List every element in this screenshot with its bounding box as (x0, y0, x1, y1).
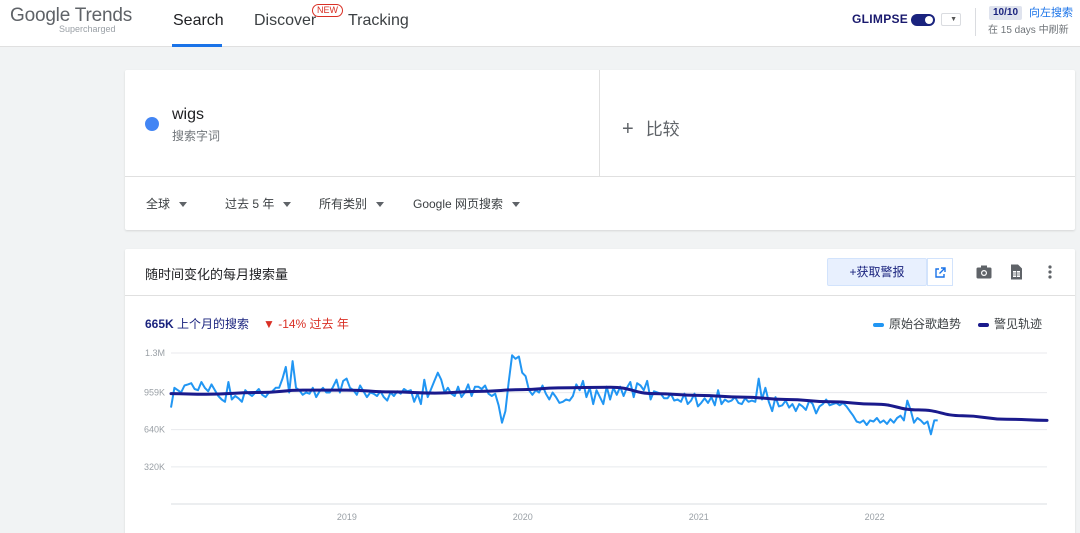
stat-value: 665K (145, 317, 174, 331)
legend-label: 警见轨迹 (994, 317, 1043, 331)
external-link-icon (935, 267, 946, 278)
chevron-down-icon (283, 202, 292, 208)
chevron-down-icon (179, 202, 188, 208)
legend-swatch (873, 322, 884, 327)
top-bar: Google Trends Supercharged Search Discov… (0, 0, 1080, 47)
chart-header: 随时间变化的每月搜索量 +获取警报 (125, 249, 1075, 296)
tab-search[interactable]: Search (173, 11, 224, 31)
x-tick-label: 2021 (689, 512, 709, 522)
y-tick-label: 959K (144, 388, 165, 398)
x-tick-label: 2019 (337, 512, 357, 522)
filter-search-type[interactable]: Google 网页搜索 (413, 195, 521, 212)
filter-category-label: 所有类别 (319, 197, 368, 211)
search-term-box[interactable]: wigs 搜索字词 (125, 70, 600, 176)
filter-region-label: 全球 (146, 197, 171, 211)
tab-tracking[interactable]: Tracking (348, 11, 409, 31)
legend-item-raw: 原始谷歌趋势 (873, 315, 961, 332)
filter-search-type-label: Google 网页搜索 (413, 197, 504, 211)
glimpse-toggle[interactable] (911, 14, 935, 26)
search-card: wigs 搜索字词 + 比较 全球 过去 5 年 所有类别 Google 网页搜索 (125, 70, 1075, 230)
yearly-change: ▼ -14% 过去 年 (263, 317, 349, 331)
y-tick-label: 1.3M (145, 348, 165, 358)
camera-icon[interactable] (975, 263, 993, 281)
y-tick-label: 320K (144, 462, 165, 472)
chart-card: 随时间变化的每月搜索量 +获取警报 665K 上个月的搜索 ▼ -14% 过去 … (125, 249, 1075, 533)
search-term-type: 搜索字词 (172, 129, 221, 143)
series-raw-trends-line (170, 354, 938, 436)
filter-category[interactable]: 所有类别 (319, 195, 385, 212)
legend-item-trend: 警见轨迹 (978, 315, 1042, 332)
active-tab-indicator (172, 44, 222, 47)
divider (975, 8, 976, 36)
new-badge: NEW (312, 4, 343, 17)
filter-region[interactable]: 全球 (146, 195, 188, 212)
logo-subtitle: Supercharged (59, 24, 116, 34)
more-vertical-icon[interactable] (1041, 263, 1059, 281)
external-link-button[interactable] (927, 258, 953, 286)
term-color-dot (145, 117, 159, 131)
search-term[interactable]: wigs (172, 106, 204, 124)
filter-time-label: 过去 5 年 (225, 197, 275, 211)
last-month-stat: 665K 上个月的搜索 (145, 315, 249, 332)
filter-time[interactable]: 过去 5 年 (225, 195, 292, 212)
tab-discover[interactable]: Discover (254, 11, 316, 31)
x-tick-label: 2020 (513, 512, 533, 522)
plus-icon: + (622, 118, 634, 140)
x-tick-label: 2022 (865, 512, 885, 522)
line-chart: 1.3M 959K 640K 320K 2019 2020 2021 2022 (144, 348, 1049, 522)
search-left-link[interactable]: 向左搜索 (1029, 6, 1073, 20)
y-tick-label: 640K (144, 425, 165, 435)
csv-icon[interactable] (1007, 263, 1025, 281)
quota-badge: 10/10 (989, 6, 1023, 20)
compare-button[interactable]: + 比较 (622, 115, 680, 141)
compare-label: 比较 (645, 120, 680, 139)
glimpse-logo: GLIMPSE (852, 12, 909, 26)
glimpse-dropdown[interactable]: ▼ (941, 13, 961, 26)
legend-swatch (978, 322, 989, 327)
chart-title: 随时间变化的每月搜索量 (145, 267, 289, 282)
filter-row: 全球 过去 5 年 所有类别 Google 网页搜索 (125, 176, 1075, 230)
chevron-down-icon (512, 202, 521, 208)
refresh-text: 在 15 days 中刷新 (988, 25, 1069, 36)
chevron-down-icon (376, 202, 385, 208)
get-alert-button[interactable]: +获取警报 (827, 258, 927, 286)
legend-label: 原始谷歌趋势 (889, 317, 962, 331)
stat-label: 上个月的搜索 (177, 317, 250, 331)
